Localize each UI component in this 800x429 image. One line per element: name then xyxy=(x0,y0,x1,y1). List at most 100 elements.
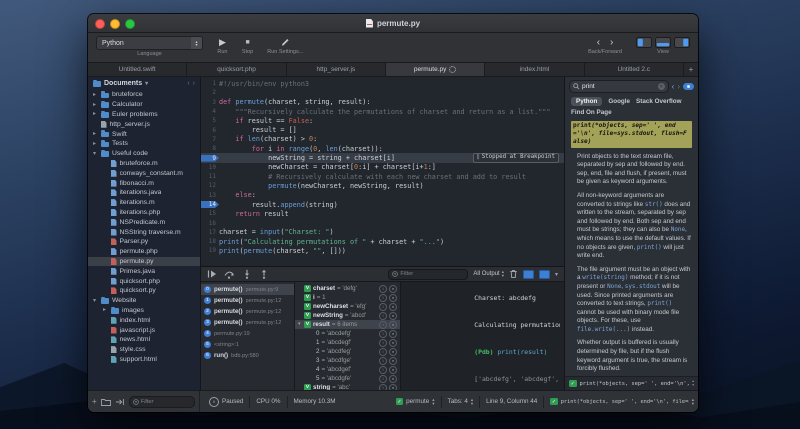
continue-button[interactable] xyxy=(207,269,217,279)
disclosure-chevron-icon[interactable] xyxy=(103,307,108,313)
symbol-selector[interactable]: ✓ print(*objects, sep=' ', end='\n', fil… xyxy=(550,397,694,406)
info-icon[interactable]: i xyxy=(379,302,387,311)
add-file-button[interactable]: + xyxy=(92,397,97,406)
quicklook-icon[interactable]: ● xyxy=(389,356,397,365)
code-line[interactable]: 10 newCharset = charset[0:i] + charset[i… xyxy=(201,163,564,172)
file-tree-item[interactable]: iterations.php xyxy=(88,208,200,218)
variable-row[interactable]: V string = 'abc' i ● xyxy=(295,383,400,390)
code-line[interactable]: 19 print(permute(charset, "", [])) xyxy=(201,246,564,255)
variable-row[interactable]: 2 = 'abcdfeg' i ● xyxy=(295,347,400,356)
match-stepper-icon[interactable]: ▴ ▾ xyxy=(692,379,694,387)
sidebar-root-folder[interactable]: Documents ‹ › xyxy=(88,77,200,90)
file-tree-item[interactable]: quicksort.php xyxy=(88,276,200,286)
code-line[interactable]: 17 charset = input("Charset: ") xyxy=(201,228,564,237)
zoom-window-button[interactable] xyxy=(125,19,135,29)
file-tree-item[interactable]: NSString traverse.m xyxy=(88,227,200,237)
code-line[interactable]: 11 # Recursively calculate with each new… xyxy=(201,172,564,181)
file-tree-item[interactable]: news.html xyxy=(88,335,200,345)
tab-width-selector[interactable]: Tabs: 4 ▴ ▾ xyxy=(448,397,474,406)
quicklook-icon[interactable]: ● xyxy=(389,347,397,356)
step-into-button[interactable] xyxy=(242,269,252,279)
doc-back-button[interactable]: ‹ xyxy=(672,82,675,91)
quicklook-icon[interactable]: ● xyxy=(389,284,397,293)
file-tree-item[interactable]: NSPredicate.m xyxy=(88,217,200,227)
language-select[interactable]: Python ▴ ▾ xyxy=(96,36,203,50)
line-number-gutter[interactable]: 3 xyxy=(201,99,219,106)
line-number-gutter[interactable]: 17 xyxy=(201,229,219,236)
quicklook-icon[interactable]: ● xyxy=(389,311,397,320)
editor-tab[interactable]: permute.py xyxy=(385,63,486,76)
file-tree-item[interactable]: support.html xyxy=(88,355,200,365)
info-icon[interactable]: i xyxy=(379,329,387,338)
quicklook-icon[interactable]: ● xyxy=(389,320,397,329)
output-selector[interactable]: All Output ▴ ▾ xyxy=(473,269,504,278)
file-tree-item[interactable]: quicksort.py xyxy=(88,286,200,296)
line-number-gutter[interactable]: 10 xyxy=(201,164,219,171)
line-number-gutter[interactable]: 14 xyxy=(201,201,219,208)
quicklook-icon[interactable]: ● xyxy=(389,365,397,374)
doc-search-field[interactable]: × xyxy=(569,80,669,93)
line-number-gutter[interactable]: 16 xyxy=(201,220,219,227)
file-tree-item[interactable]: bruteforce.m xyxy=(88,159,200,169)
doc-match-bar[interactable]: ✓ print(*objects, sep=' ', end='\n', fil… xyxy=(565,376,698,390)
quicklook-icon[interactable]: ● xyxy=(389,374,397,383)
file-tree-item[interactable]: Calculator xyxy=(88,100,200,110)
file-tree-item[interactable]: conways_constant.m xyxy=(88,168,200,178)
stack-frame[interactable]: 0 permute() permute.py:9 xyxy=(201,284,294,295)
clear-console-button[interactable] xyxy=(509,269,518,279)
step-out-button[interactable] xyxy=(259,269,269,279)
line-number-gutter[interactable]: 5 xyxy=(201,117,219,124)
info-icon[interactable]: i xyxy=(379,356,387,365)
file-tree-item[interactable]: Website xyxy=(88,296,200,306)
file-tree-item[interactable]: Useful code xyxy=(88,149,200,159)
code-editor[interactable]: 1 #!/usr/bin/env python3 2 3 def permute… xyxy=(201,77,564,267)
add-folder-button[interactable] xyxy=(100,398,111,406)
file-tree-item[interactable]: iterations.m xyxy=(88,198,200,208)
editor-tab[interactable]: Untitled.swift xyxy=(88,63,188,76)
file-tree-item[interactable]: Primes.java xyxy=(88,266,200,276)
sidebar-filter-input[interactable] xyxy=(140,398,191,405)
sidebar-filter-field[interactable] xyxy=(128,395,195,408)
doc-search-input[interactable] xyxy=(582,83,656,90)
file-tree-item[interactable]: Parser.py xyxy=(88,237,200,247)
line-number-gutter[interactable]: 15 xyxy=(201,210,219,217)
code-line[interactable]: 5 if result == False: xyxy=(201,116,564,125)
file-tree-item[interactable]: style.css xyxy=(88,345,200,355)
window-titlebar[interactable]: permute.py xyxy=(88,14,698,33)
console-output[interactable]: Charset: abcdefg Calculating permutation… xyxy=(401,282,564,390)
variable-row[interactable]: 4 = 'abcdgef' i ● xyxy=(295,365,400,374)
code-line[interactable]: 3 def permute(charset, string, result): xyxy=(201,98,564,107)
quicklook-icon[interactable]: ● xyxy=(389,338,397,347)
line-number-gutter[interactable]: 8 xyxy=(201,145,219,152)
line-number-gutter[interactable]: 18 xyxy=(201,238,219,245)
line-number-gutter[interactable]: 1 xyxy=(201,80,219,87)
disclosure-chevron-icon[interactable] xyxy=(93,131,98,137)
disclosure-chevron-icon[interactable] xyxy=(93,111,98,117)
variable-row[interactable]: 0 = 'abcdefg' i ● xyxy=(295,329,400,338)
console-split-toggle-right[interactable] xyxy=(538,269,550,279)
variable-row[interactable]: V result = 6 items i ● xyxy=(295,320,400,329)
editor-tab[interactable]: http_server.js xyxy=(286,63,386,76)
file-tree-item[interactable]: Swift xyxy=(88,129,200,139)
file-tree-item[interactable]: bruteforce xyxy=(88,90,200,100)
file-tree-item[interactable]: index.html xyxy=(88,315,200,325)
reveal-file-button[interactable] xyxy=(115,398,125,406)
code-line[interactable]: 8 for i in range(0, len(charset)): xyxy=(201,144,564,153)
eye-icon[interactable] xyxy=(683,83,694,90)
clear-search-icon[interactable]: × xyxy=(657,83,665,90)
run-target-selector[interactable]: ✓ permute ▴ ▾ xyxy=(395,397,435,406)
editor-tab[interactable]: quicksort.php xyxy=(187,63,287,76)
quicklook-icon[interactable]: ● xyxy=(389,293,397,302)
line-number-gutter[interactable]: 6 xyxy=(201,127,219,134)
editor-tab[interactable]: index.html xyxy=(485,63,585,76)
file-tree-item[interactable]: images xyxy=(88,306,200,316)
code-line[interactable]: 4 """Recursively calculate the permutati… xyxy=(201,107,564,116)
info-icon[interactable]: i xyxy=(379,365,387,374)
stack-frame[interactable]: 5 <string>:1 xyxy=(201,339,294,350)
doc-tab-python[interactable]: Python xyxy=(571,97,603,106)
variable-row[interactable]: V charset = 'defg' i ● xyxy=(295,284,400,293)
add-tab-button[interactable]: + xyxy=(684,63,698,76)
info-icon[interactable]: i xyxy=(379,320,387,329)
variable-row[interactable]: 1 = 'abcdegf' i ● xyxy=(295,338,400,347)
disclosure-chevron-icon[interactable] xyxy=(93,141,98,147)
